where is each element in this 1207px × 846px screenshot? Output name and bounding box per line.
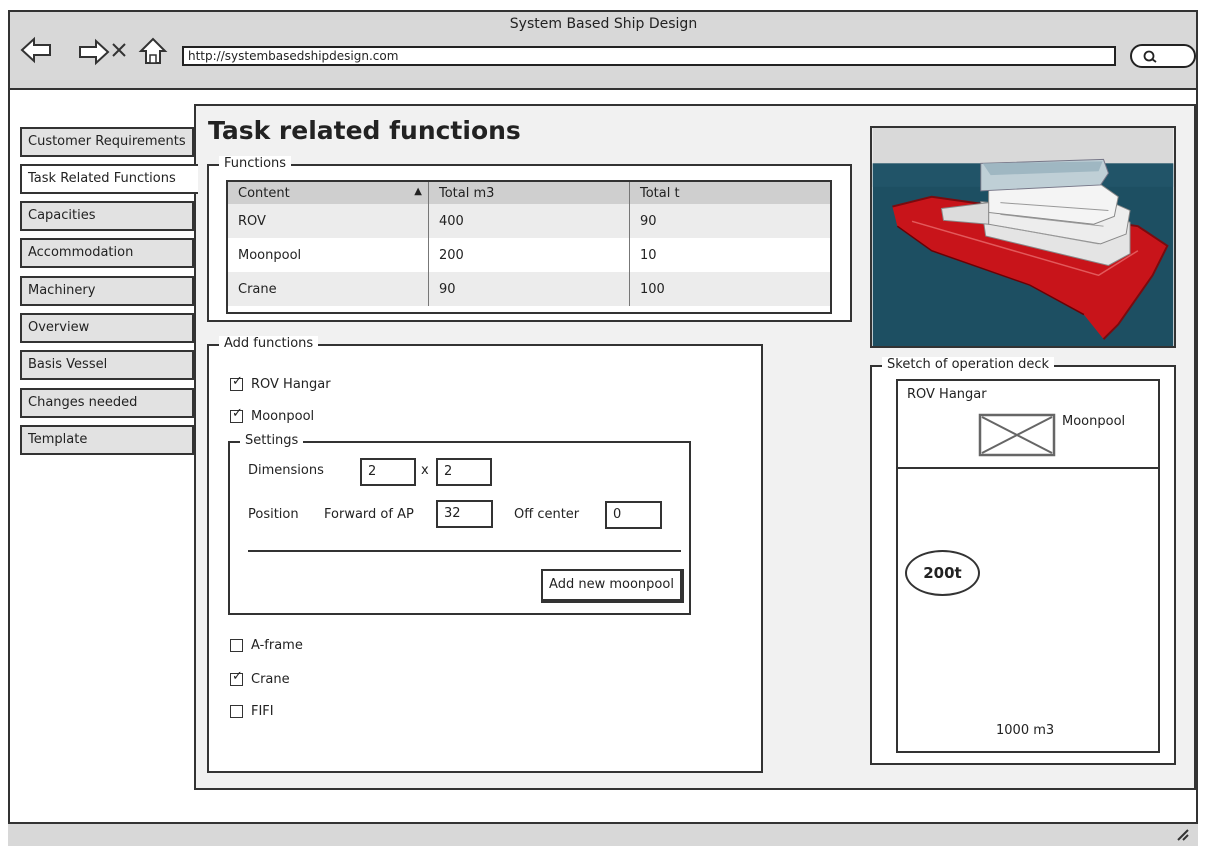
sidebar-item-overview[interactable]: Overview xyxy=(20,313,194,343)
table-row[interactable]: ROV 400 90 xyxy=(228,204,830,238)
url-input[interactable]: http://systembasedshipdesign.com xyxy=(182,46,1116,66)
table-cell: ROV xyxy=(228,204,429,238)
table-row[interactable]: Crane 90 100 xyxy=(228,272,830,306)
sort-ascending-icon: ▲ xyxy=(414,185,422,197)
fifi-checkbox[interactable]: FIFI xyxy=(230,704,274,719)
sidebar-item-changes-needed[interactable]: Changes needed xyxy=(20,388,194,418)
checkbox-checked-icon xyxy=(230,406,243,423)
moonpool-checkbox[interactable]: Moonpool xyxy=(230,406,314,424)
table-cell: 400 xyxy=(428,204,630,238)
sidebar-item-task-related-functions[interactable]: Task Related Functions xyxy=(20,164,198,194)
forward-of-ap-input[interactable]: 32 xyxy=(436,500,493,528)
page-title: Task related functions xyxy=(208,116,521,145)
checkbox-checked-icon xyxy=(230,374,243,391)
ship-3d-image xyxy=(870,126,1176,348)
sketch-legend: Sketch of operation deck xyxy=(882,357,1055,373)
checkbox-checked-icon xyxy=(230,669,243,686)
functions-legend: Functions xyxy=(219,156,292,172)
a-frame-checkbox[interactable]: A-frame xyxy=(230,638,303,653)
table-cell: Crane xyxy=(228,272,429,306)
column-header-total-t[interactable]: Total t xyxy=(629,182,830,204)
moonpool-sketch-label: Moonpool xyxy=(1062,414,1126,429)
forward-of-ap-label: Forward of AP xyxy=(324,507,414,522)
deck-area-label: 1000 m3 xyxy=(996,723,1055,738)
functions-table: Content ▲ Total m3 Total t ROV 400 90 Mo… xyxy=(226,180,832,314)
table-cell: 100 xyxy=(629,272,830,306)
times-label: x xyxy=(421,463,429,478)
sidebar-item-accommodation[interactable]: Accommodation xyxy=(20,238,194,268)
settings-legend: Settings xyxy=(240,433,304,449)
status-bar xyxy=(8,822,1198,846)
column-header-content[interactable]: Content ▲ xyxy=(228,182,429,204)
dimension-a-input[interactable]: 2 xyxy=(360,458,416,486)
close-icon[interactable] xyxy=(108,40,130,60)
dimension-b-input[interactable]: 2 xyxy=(436,458,492,486)
off-center-input[interactable]: 0 xyxy=(605,501,662,529)
add-new-moonpool-button[interactable]: Add new moonpool xyxy=(541,569,684,603)
sidebar-item-capacities[interactable]: Capacities xyxy=(20,201,194,231)
sidebar-item-basis-vessel[interactable]: Basis Vessel xyxy=(20,350,194,380)
off-center-label: Off center xyxy=(514,507,580,522)
window-title: System Based Ship Design xyxy=(509,16,698,32)
column-header-total-m3[interactable]: Total m3 xyxy=(428,182,630,204)
position-label: Position xyxy=(248,507,299,522)
sidebar-item-template[interactable]: Template xyxy=(20,425,194,455)
rov-hangar-sketch-label: ROV Hangar xyxy=(907,387,987,402)
add-functions-legend: Add functions xyxy=(219,336,319,352)
divider xyxy=(248,550,681,552)
table-cell: 90 xyxy=(629,204,830,238)
dimensions-label: Dimensions xyxy=(248,463,324,478)
table-cell: Moonpool xyxy=(228,238,429,272)
table-cell: 10 xyxy=(629,238,830,272)
back-arrow-icon[interactable] xyxy=(20,36,52,64)
checkbox-unchecked-icon xyxy=(230,705,243,718)
sidebar-item-customer-requirements[interactable]: Customer Requirements xyxy=(20,127,194,157)
table-cell: 200 xyxy=(428,238,630,272)
rov-hangar-checkbox[interactable]: ROV Hangar xyxy=(230,374,331,392)
search-button[interactable] xyxy=(1130,44,1196,68)
home-icon[interactable] xyxy=(138,36,168,66)
resize-grip-icon[interactable] xyxy=(1176,828,1190,842)
sidebar-item-machinery[interactable]: Machinery xyxy=(20,276,194,306)
table-cell: 90 xyxy=(428,272,630,306)
moonpool-sketch-icon xyxy=(978,413,1056,457)
search-icon xyxy=(1143,50,1157,63)
checkbox-unchecked-icon xyxy=(230,639,243,652)
crane-load-ellipse: 200t xyxy=(905,550,980,596)
forward-arrow-icon[interactable] xyxy=(78,38,110,66)
table-row[interactable]: Moonpool 200 10 xyxy=(228,238,830,272)
crane-checkbox[interactable]: Crane xyxy=(230,669,290,687)
table-header-row: Content ▲ Total m3 Total t xyxy=(228,182,830,204)
